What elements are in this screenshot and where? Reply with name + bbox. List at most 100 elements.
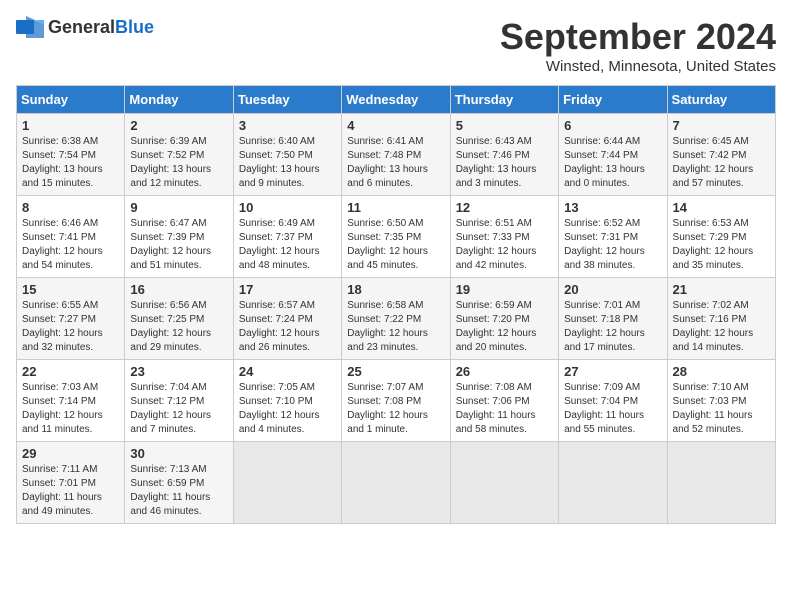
calendar-day-cell: 22 Sunrise: 7:03 AM Sunset: 7:14 PM Dayl… xyxy=(17,360,125,442)
calendar-day-cell xyxy=(342,442,450,524)
calendar-day-cell: 28 Sunrise: 7:10 AM Sunset: 7:03 PM Dayl… xyxy=(667,360,775,442)
day-info: Sunrise: 6:43 AM Sunset: 7:46 PM Dayligh… xyxy=(456,135,553,191)
daylight-label: Daylight: 12 hours and 57 minutes. xyxy=(673,164,754,189)
sunrise-label: Sunrise: 7:10 AM xyxy=(673,382,749,393)
calendar-day-cell: 20 Sunrise: 7:01 AM Sunset: 7:18 PM Dayl… xyxy=(559,278,667,360)
day-number: 3 xyxy=(239,118,336,133)
sunset-label: Sunset: 7:42 PM xyxy=(673,150,747,161)
calendar-day-cell: 13 Sunrise: 6:52 AM Sunset: 7:31 PM Dayl… xyxy=(559,196,667,278)
weekday-header: Saturday xyxy=(667,86,775,114)
day-info: Sunrise: 7:01 AM Sunset: 7:18 PM Dayligh… xyxy=(564,299,661,355)
calendar-day-cell: 23 Sunrise: 7:04 AM Sunset: 7:12 PM Dayl… xyxy=(125,360,233,442)
sunset-label: Sunset: 7:18 PM xyxy=(564,314,638,325)
day-info: Sunrise: 6:50 AM Sunset: 7:35 PM Dayligh… xyxy=(347,217,444,273)
sunset-label: Sunset: 7:24 PM xyxy=(239,314,313,325)
sunrise-label: Sunrise: 7:03 AM xyxy=(22,382,98,393)
sunrise-label: Sunrise: 6:38 AM xyxy=(22,136,98,147)
sunset-label: Sunset: 7:46 PM xyxy=(456,150,530,161)
calendar-day-cell: 7 Sunrise: 6:45 AM Sunset: 7:42 PM Dayli… xyxy=(667,114,775,196)
sunset-label: Sunset: 7:06 PM xyxy=(456,396,530,407)
day-info: Sunrise: 6:38 AM Sunset: 7:54 PM Dayligh… xyxy=(22,135,119,191)
calendar-week-row: 1 Sunrise: 6:38 AM Sunset: 7:54 PM Dayli… xyxy=(17,114,776,196)
calendar-day-cell: 9 Sunrise: 6:47 AM Sunset: 7:39 PM Dayli… xyxy=(125,196,233,278)
day-info: Sunrise: 6:56 AM Sunset: 7:25 PM Dayligh… xyxy=(130,299,227,355)
calendar-day-cell: 12 Sunrise: 6:51 AM Sunset: 7:33 PM Dayl… xyxy=(450,196,558,278)
day-info: Sunrise: 6:46 AM Sunset: 7:41 PM Dayligh… xyxy=(22,217,119,273)
sunset-label: Sunset: 7:52 PM xyxy=(130,150,204,161)
daylight-label: Daylight: 13 hours and 6 minutes. xyxy=(347,164,428,189)
day-info: Sunrise: 6:58 AM Sunset: 7:22 PM Dayligh… xyxy=(347,299,444,355)
calendar-week-row: 22 Sunrise: 7:03 AM Sunset: 7:14 PM Dayl… xyxy=(17,360,776,442)
sunset-label: Sunset: 7:41 PM xyxy=(22,232,96,243)
day-number: 17 xyxy=(239,282,336,297)
day-number: 14 xyxy=(673,200,770,215)
day-number: 29 xyxy=(22,446,119,461)
sunset-label: Sunset: 7:33 PM xyxy=(456,232,530,243)
daylight-label: Daylight: 12 hours and 51 minutes. xyxy=(130,246,211,271)
calendar-week-row: 8 Sunrise: 6:46 AM Sunset: 7:41 PM Dayli… xyxy=(17,196,776,278)
daylight-label: Daylight: 13 hours and 9 minutes. xyxy=(239,164,320,189)
day-info: Sunrise: 7:08 AM Sunset: 7:06 PM Dayligh… xyxy=(456,381,553,437)
sunrise-label: Sunrise: 6:56 AM xyxy=(130,300,206,311)
daylight-label: Daylight: 12 hours and 11 minutes. xyxy=(22,410,103,435)
calendar-day-cell xyxy=(559,442,667,524)
sunset-label: Sunset: 7:35 PM xyxy=(347,232,421,243)
calendar-day-cell xyxy=(450,442,558,524)
sunset-label: Sunset: 7:04 PM xyxy=(564,396,638,407)
daylight-label: Daylight: 11 hours and 49 minutes. xyxy=(22,492,102,517)
day-info: Sunrise: 7:03 AM Sunset: 7:14 PM Dayligh… xyxy=(22,381,119,437)
sunset-label: Sunset: 7:20 PM xyxy=(456,314,530,325)
calendar-day-cell: 21 Sunrise: 7:02 AM Sunset: 7:16 PM Dayl… xyxy=(667,278,775,360)
sunrise-label: Sunrise: 7:09 AM xyxy=(564,382,640,393)
sunrise-label: Sunrise: 6:44 AM xyxy=(564,136,640,147)
sunset-label: Sunset: 7:22 PM xyxy=(347,314,421,325)
sunset-label: Sunset: 7:50 PM xyxy=(239,150,313,161)
sunrise-label: Sunrise: 6:46 AM xyxy=(22,218,98,229)
sunrise-label: Sunrise: 6:55 AM xyxy=(22,300,98,311)
daylight-label: Daylight: 12 hours and 38 minutes. xyxy=(564,246,645,271)
day-info: Sunrise: 7:11 AM Sunset: 7:01 PM Dayligh… xyxy=(22,463,119,519)
sunrise-label: Sunrise: 6:45 AM xyxy=(673,136,749,147)
weekday-header: Thursday xyxy=(450,86,558,114)
sunset-label: Sunset: 7:37 PM xyxy=(239,232,313,243)
daylight-label: Daylight: 12 hours and 32 minutes. xyxy=(22,328,103,353)
sunset-label: Sunset: 7:31 PM xyxy=(564,232,638,243)
sunrise-label: Sunrise: 6:41 AM xyxy=(347,136,423,147)
day-number: 8 xyxy=(22,200,119,215)
calendar-day-cell: 17 Sunrise: 6:57 AM Sunset: 7:24 PM Dayl… xyxy=(233,278,341,360)
day-info: Sunrise: 6:41 AM Sunset: 7:48 PM Dayligh… xyxy=(347,135,444,191)
daylight-label: Daylight: 12 hours and 35 minutes. xyxy=(673,246,754,271)
daylight-label: Daylight: 12 hours and 48 minutes. xyxy=(239,246,320,271)
calendar-day-cell: 3 Sunrise: 6:40 AM Sunset: 7:50 PM Dayli… xyxy=(233,114,341,196)
day-number: 5 xyxy=(456,118,553,133)
sunrise-label: Sunrise: 6:57 AM xyxy=(239,300,315,311)
day-info: Sunrise: 6:55 AM Sunset: 7:27 PM Dayligh… xyxy=(22,299,119,355)
calendar-day-cell: 26 Sunrise: 7:08 AM Sunset: 7:06 PM Dayl… xyxy=(450,360,558,442)
sunset-label: Sunset: 7:03 PM xyxy=(673,396,747,407)
sunrise-label: Sunrise: 7:08 AM xyxy=(456,382,532,393)
day-info: Sunrise: 6:45 AM Sunset: 7:42 PM Dayligh… xyxy=(673,135,770,191)
day-info: Sunrise: 6:51 AM Sunset: 7:33 PM Dayligh… xyxy=(456,217,553,273)
calendar-day-cell: 14 Sunrise: 6:53 AM Sunset: 7:29 PM Dayl… xyxy=(667,196,775,278)
daylight-label: Daylight: 12 hours and 23 minutes. xyxy=(347,328,428,353)
sunrise-label: Sunrise: 6:43 AM xyxy=(456,136,532,147)
sunrise-label: Sunrise: 6:40 AM xyxy=(239,136,315,147)
day-number: 15 xyxy=(22,282,119,297)
weekday-header: Tuesday xyxy=(233,86,341,114)
sunrise-label: Sunrise: 6:59 AM xyxy=(456,300,532,311)
daylight-label: Daylight: 12 hours and 29 minutes. xyxy=(130,328,211,353)
day-info: Sunrise: 6:47 AM Sunset: 7:39 PM Dayligh… xyxy=(130,217,227,273)
day-number: 4 xyxy=(347,118,444,133)
sunrise-label: Sunrise: 7:02 AM xyxy=(673,300,749,311)
sunset-label: Sunset: 6:59 PM xyxy=(130,478,204,489)
day-number: 2 xyxy=(130,118,227,133)
calendar-day-cell: 30 Sunrise: 7:13 AM Sunset: 6:59 PM Dayl… xyxy=(125,442,233,524)
day-info: Sunrise: 6:49 AM Sunset: 7:37 PM Dayligh… xyxy=(239,217,336,273)
day-number: 27 xyxy=(564,364,661,379)
sunrise-label: Sunrise: 7:07 AM xyxy=(347,382,423,393)
daylight-label: Daylight: 12 hours and 17 minutes. xyxy=(564,328,645,353)
day-number: 11 xyxy=(347,200,444,215)
day-info: Sunrise: 6:52 AM Sunset: 7:31 PM Dayligh… xyxy=(564,217,661,273)
daylight-label: Daylight: 12 hours and 4 minutes. xyxy=(239,410,320,435)
daylight-label: Daylight: 12 hours and 45 minutes. xyxy=(347,246,428,271)
